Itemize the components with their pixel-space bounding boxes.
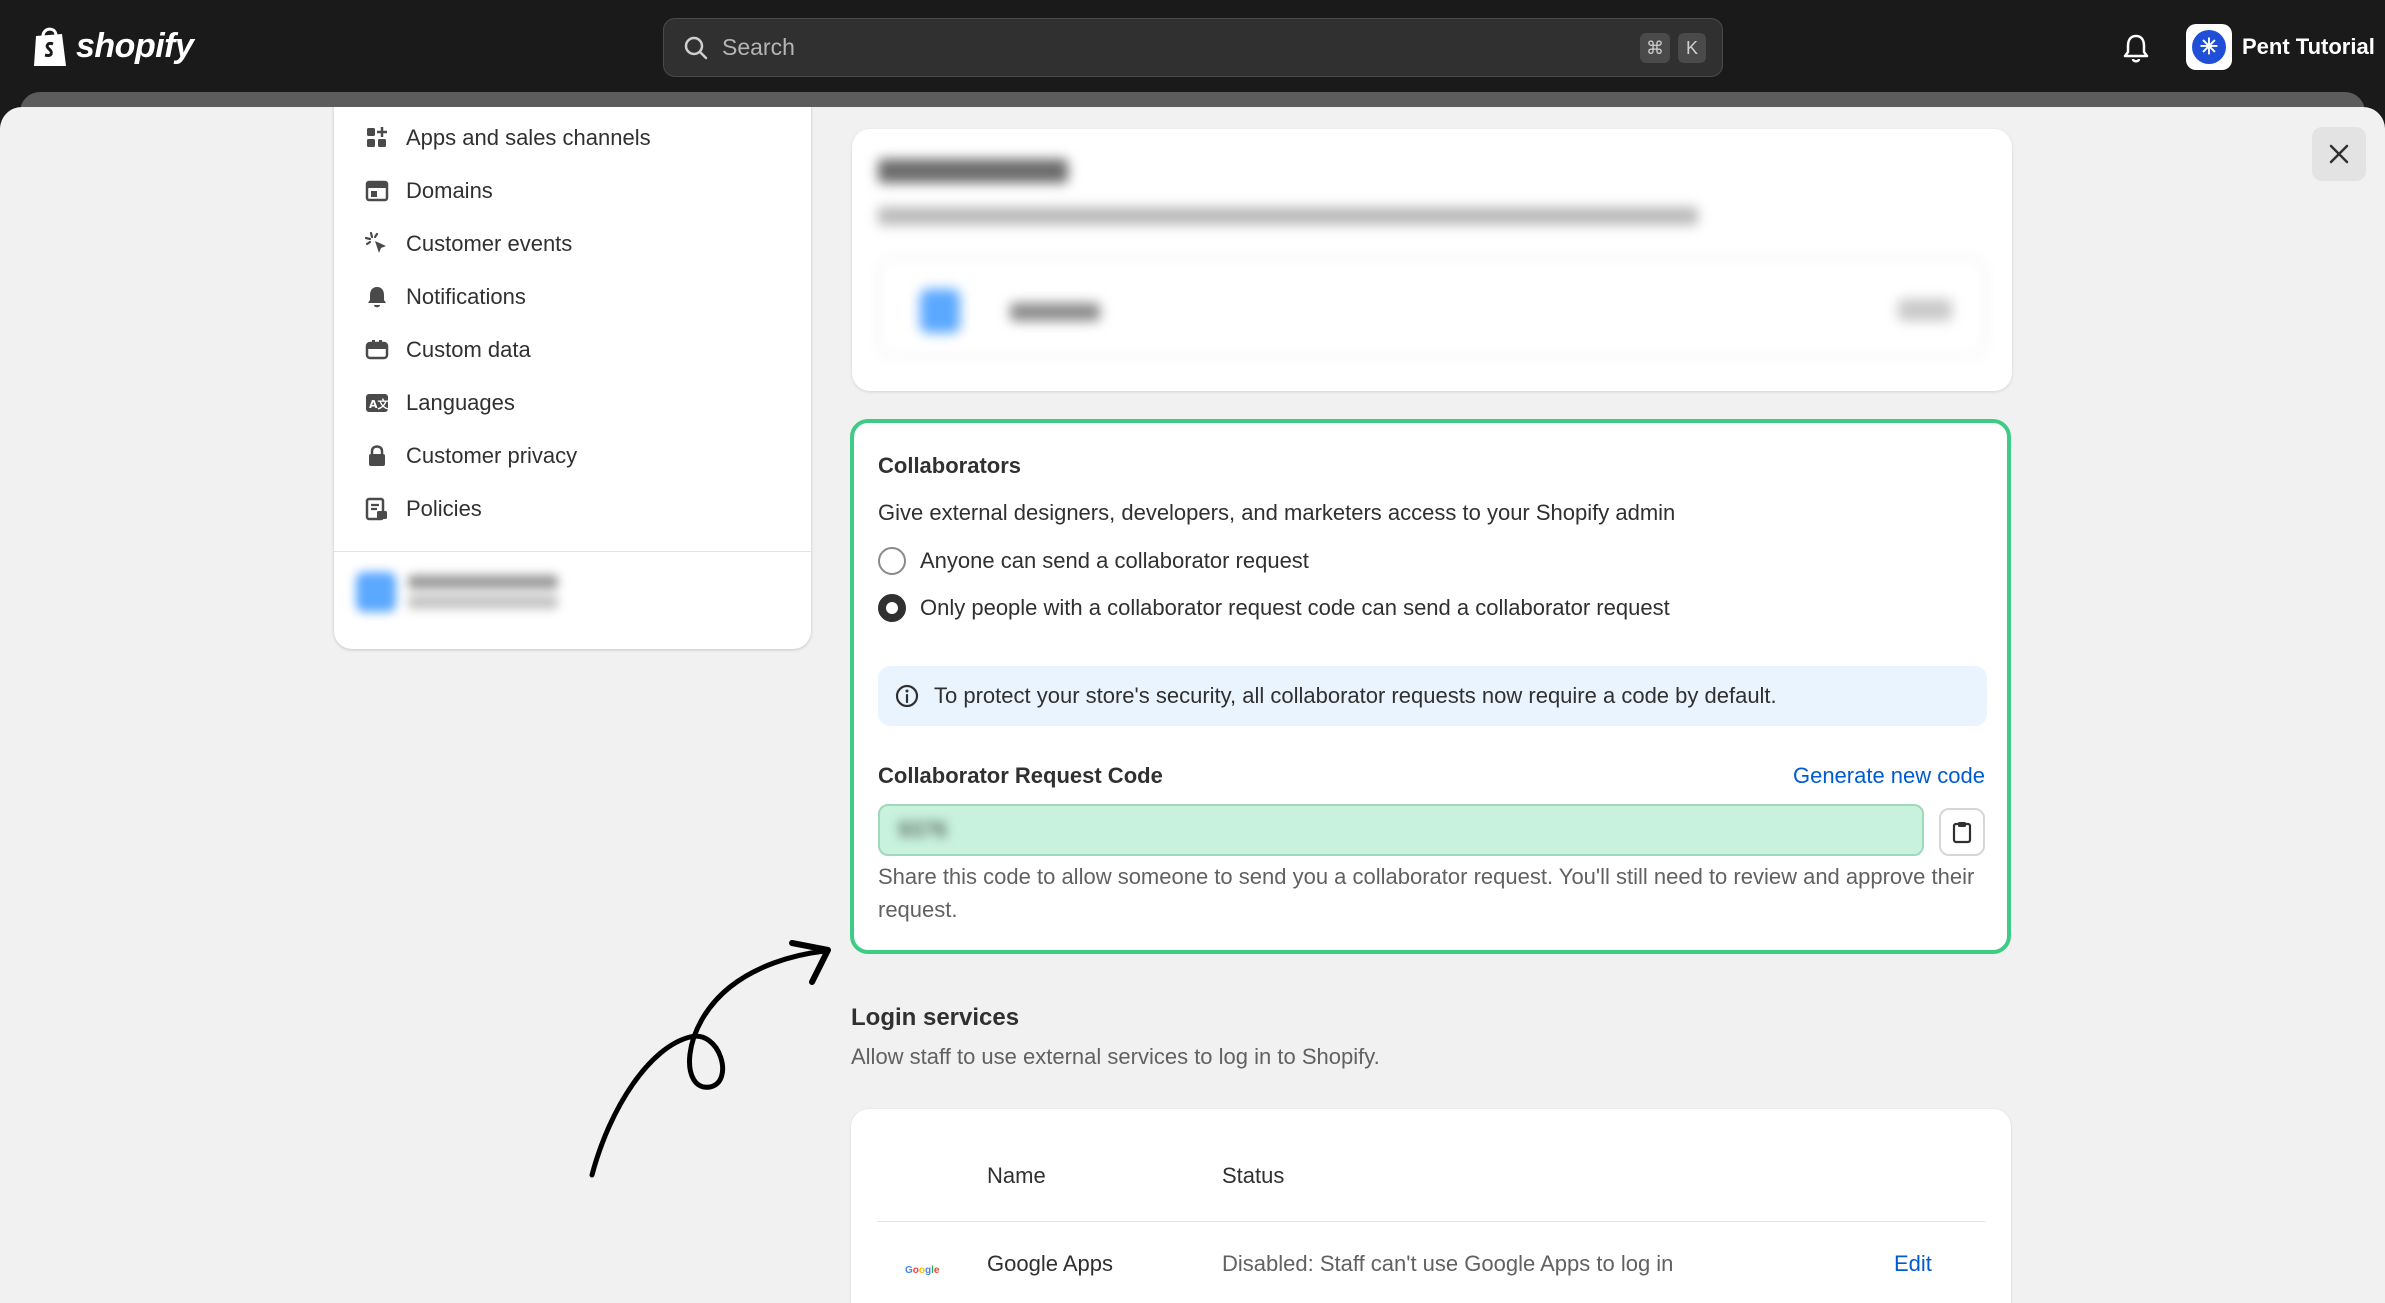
code-label: Collaborator Request Code bbox=[878, 763, 1163, 788]
search-bar[interactable]: Search ⌘ K bbox=[663, 18, 1723, 77]
blurred-app-name bbox=[1010, 303, 1100, 321]
blurred-row bbox=[878, 257, 1986, 357]
sidebar-item-apps[interactable]: Apps and sales channels bbox=[334, 111, 811, 164]
settings-modal: Apps and sales channels Domains Customer… bbox=[0, 107, 2385, 1303]
notifications-bell-icon[interactable] bbox=[2121, 32, 2151, 64]
domains-icon bbox=[365, 180, 389, 201]
generate-new-code-link[interactable]: Generate new code bbox=[1793, 763, 1985, 789]
k-key: K bbox=[1678, 33, 1706, 63]
close-icon bbox=[2329, 144, 2349, 164]
radio-label: Only people with a collaborator request … bbox=[920, 595, 1670, 620]
divider bbox=[334, 551, 811, 552]
command-key: ⌘ bbox=[1640, 33, 1670, 63]
sidebar-item-label: Domains bbox=[406, 177, 493, 203]
column-header-status: Status bbox=[1222, 1163, 1285, 1188]
info-banner: To protect your store's security, all co… bbox=[878, 666, 1987, 726]
code-value: 9376 bbox=[898, 817, 947, 842]
radio-option-anyone[interactable]: Anyone can send a collaborator request bbox=[878, 547, 1309, 575]
service-name: Google Apps bbox=[987, 1251, 1113, 1276]
collaborator-code-field[interactable]: 9376 bbox=[878, 804, 1924, 856]
code-help-text: Share this code to allow someone to send… bbox=[878, 864, 1975, 922]
collaborators-card: Collaborators Give external designers, d… bbox=[850, 419, 2011, 954]
blurred-user-profile[interactable] bbox=[356, 569, 558, 615]
logo-text: shopify bbox=[76, 26, 194, 65]
radio-label: Anyone can send a collaborator request bbox=[920, 548, 1309, 573]
database-icon bbox=[365, 339, 389, 359]
sidebar-item-label: Custom data bbox=[406, 336, 531, 362]
login-services-description: Allow staff to use external services to … bbox=[851, 1044, 1380, 1069]
search-placeholder: Search bbox=[722, 34, 795, 60]
sidebar-item-notifications[interactable]: Notifications bbox=[334, 270, 811, 323]
radio-button-selected[interactable] bbox=[878, 594, 906, 622]
column-header-name: Name bbox=[987, 1163, 1046, 1188]
keyboard-shortcut: ⌘ K bbox=[1640, 33, 1706, 63]
sidebar-item-label: Customer events bbox=[406, 230, 573, 256]
sidebar-item-customer-privacy[interactable]: Customer privacy bbox=[334, 429, 811, 482]
bell-icon bbox=[368, 286, 386, 307]
sidebar-item-label: Customer privacy bbox=[406, 442, 578, 468]
blurred-action bbox=[1898, 299, 1952, 321]
sidebar-item-custom-data[interactable]: Custom data bbox=[334, 323, 811, 376]
close-button[interactable] bbox=[2312, 127, 2366, 181]
copy-code-button[interactable] bbox=[1939, 808, 1985, 856]
radio-button[interactable] bbox=[878, 547, 906, 575]
cursor-click-icon bbox=[364, 231, 386, 253]
settings-nav: Apps and sales channels Domains Customer… bbox=[334, 111, 811, 535]
login-services-table: Name Status Google Google Apps Disabled:… bbox=[851, 1109, 2011, 1303]
blurred-description bbox=[878, 207, 1698, 225]
store-avatar: ✳ bbox=[2186, 24, 2232, 70]
sidebar-item-policies[interactable]: Policies bbox=[334, 482, 811, 535]
login-services-title: Login services bbox=[851, 1004, 1020, 1031]
service-status: Disabled: Staff can't use Google Apps to… bbox=[1222, 1251, 1674, 1276]
policy-icon bbox=[365, 497, 387, 520]
sidebar-item-domains[interactable]: Domains bbox=[334, 164, 811, 217]
apps-icon bbox=[367, 126, 387, 147]
annotation-arrow-icon bbox=[589, 940, 831, 1178]
sidebar-item-label: Notifications bbox=[406, 283, 526, 309]
blurred-settings-card bbox=[852, 129, 2012, 391]
info-icon bbox=[895, 684, 919, 708]
sidebar-item-languages[interactable]: A文 Languages bbox=[334, 376, 811, 429]
edit-link[interactable]: Edit bbox=[1894, 1251, 1932, 1277]
svg-text:A文: A文 bbox=[369, 397, 390, 411]
top-bar: shopify Search ⌘ K ✳ Pent Tutorial bbox=[0, 0, 2385, 96]
collaborators-description: Give external designers, developers, and… bbox=[878, 500, 1676, 525]
account-menu[interactable]: ✳ Pent Tutorial bbox=[2186, 24, 2375, 70]
store-name: Pent Tutorial bbox=[2242, 34, 2375, 59]
blurred-title bbox=[878, 159, 1068, 183]
radio-option-code-only[interactable]: Only people with a collaborator request … bbox=[878, 594, 1670, 622]
user-info bbox=[408, 569, 558, 615]
table-divider bbox=[877, 1221, 1985, 1222]
sidebar-item-label: Policies bbox=[406, 495, 482, 521]
shopify-bag-icon bbox=[34, 27, 66, 66]
banner-text: To protect your store's security, all co… bbox=[934, 683, 1777, 708]
sidebar-item-label: Apps and sales channels bbox=[406, 124, 651, 150]
search-icon bbox=[684, 36, 708, 59]
sidebar-item-customer-events[interactable]: Customer events bbox=[334, 217, 811, 270]
lock-icon bbox=[369, 444, 385, 466]
sidebar-item-label: Languages bbox=[406, 389, 515, 415]
store-logo-icon: ✳ bbox=[2192, 30, 2226, 64]
blurred-app-icon bbox=[920, 289, 960, 333]
collaborators-title: Collaborators bbox=[878, 453, 1022, 478]
shopify-logo[interactable]: shopify bbox=[32, 24, 194, 68]
settings-sidebar: Apps and sales channels Domains Customer… bbox=[334, 107, 811, 649]
google-logo: Google bbox=[905, 1265, 940, 1276]
clipboard-icon bbox=[1952, 822, 1972, 844]
user-avatar bbox=[356, 572, 396, 612]
language-icon: A文 bbox=[366, 393, 390, 412]
